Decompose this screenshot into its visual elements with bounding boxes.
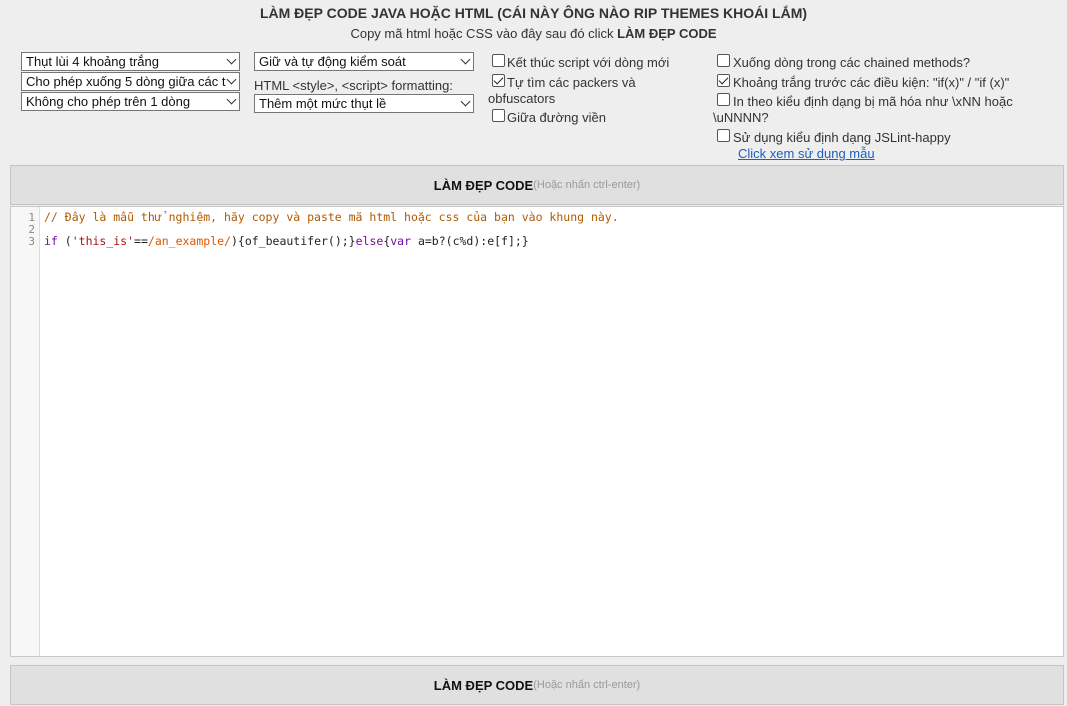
code-line-3: if ('this_is'==/an_example/){of_beautife… (44, 234, 529, 248)
wrap-select-value: Không cho phép trên 1 dòng (26, 94, 191, 109)
chevron-down-icon (226, 54, 237, 65)
keep-array-indent-label: Giữa đường viền (507, 110, 606, 125)
beautify-button-label: LÀM ĐẸP CODE (433, 677, 534, 693)
brace-style-select[interactable]: Giữ và tự động kiểm soát (254, 52, 474, 71)
indent-select-value: Thụt lùi 4 khoảng trắng (26, 54, 159, 69)
beautify-button-hint: (Hoặc nhấn ctrl-enter) (533, 179, 641, 191)
jslint-checkbox[interactable] (717, 129, 730, 142)
subtitle-text: Copy mã html hoặc CSS vào đây sau đó cli… (350, 26, 614, 41)
unescape-label: In theo kiểu định dạng bị mã hóa như \xN… (733, 94, 1013, 109)
unescape-checkbox[interactable] (717, 93, 730, 106)
code-operator: == (134, 234, 148, 248)
brace-style-select-value: Giữ và tự động kiểm soát (259, 54, 406, 69)
page-subtitle: Copy mã html hoặc CSS vào đây sau đó cli… (0, 26, 1067, 41)
break-chained-checkbox[interactable] (717, 54, 730, 67)
chevron-down-icon (226, 94, 237, 105)
chevron-down-icon (226, 74, 237, 85)
beautify-button-top[interactable]: LÀM ĐẸP CODE (Hoặc nhấn ctrl-enter) (10, 165, 1064, 205)
beautify-button-hint: (Hoặc nhấn ctrl-enter) (533, 679, 641, 691)
newlines-select-value: Cho phép xuống 5 dòng giữa các t (26, 74, 226, 89)
code-line-1: // Đây là mẫu thử nghiệm, hãy copy và pa… (44, 210, 619, 224)
detect-packers-label: Tự tìm các packers và (507, 75, 636, 90)
code-token: a=b?(c%d):e[f];} (411, 234, 529, 248)
style-script-label: HTML <style>, <script> formatting: (254, 78, 453, 93)
break-chained-label: Xuống dòng trong các chained methods? (733, 55, 971, 70)
newlines-select[interactable]: Cho phép xuống 5 dòng giữa các t (21, 72, 240, 91)
code-keyword: var (390, 234, 412, 248)
subtitle-action: LÀM ĐẸP CODE (617, 26, 717, 41)
space-before-cond-label: Khoảng trắng trước các điều kiện: "if(x)… (733, 75, 1010, 90)
sample-link[interactable]: Click xem sử dụng mẫu (738, 146, 875, 161)
jslint-label: Sử dụng kiểu định dạng JSLint-happy (733, 130, 951, 145)
code-regex: /an_example/ (147, 234, 231, 248)
code-token: ( (57, 234, 72, 248)
end-newline-checkbox[interactable] (492, 54, 505, 67)
code-string: 'this_is' (71, 234, 135, 248)
wrap-select[interactable]: Không cho phép trên 1 dòng (21, 92, 240, 111)
indent-select[interactable]: Thụt lùi 4 khoảng trắng (21, 52, 240, 71)
line-number-gutter: 1 2 3 (11, 207, 40, 656)
end-newline-label: Kết thúc script với dòng mới (507, 55, 670, 70)
chevron-down-icon (460, 54, 471, 65)
detect-packers-checkbox[interactable] (492, 74, 505, 87)
beautify-button-label: LÀM ĐẸP CODE (433, 177, 534, 193)
code-token: ){of_beautifer();} (230, 234, 356, 248)
beautify-button-bottom[interactable]: LÀM ĐẸP CODE (Hoặc nhấn ctrl-enter) (10, 665, 1064, 705)
code-editor[interactable]: 1 2 3 // Đây là mẫu thử nghiệm, hãy copy… (10, 206, 1064, 657)
chevron-down-icon (460, 96, 471, 107)
space-before-cond-checkbox[interactable] (717, 74, 730, 87)
unescape-label-cont: \uNNNN? (713, 110, 769, 125)
keep-array-indent-checkbox[interactable] (492, 109, 505, 122)
style-script-select-value: Thêm một mức thụt lề (259, 96, 387, 111)
code-keyword: if (44, 234, 58, 248)
line-number: 3 (28, 235, 35, 248)
page-title: LÀM ĐẸP CODE JAVA HOẶC HTML (CÁI NÀY ÔNG… (259, 5, 808, 21)
detect-packers-label-cont: obfuscators (488, 91, 556, 106)
code-keyword: else (355, 234, 384, 248)
style-script-select[interactable]: Thêm một mức thụt lề (254, 94, 474, 113)
